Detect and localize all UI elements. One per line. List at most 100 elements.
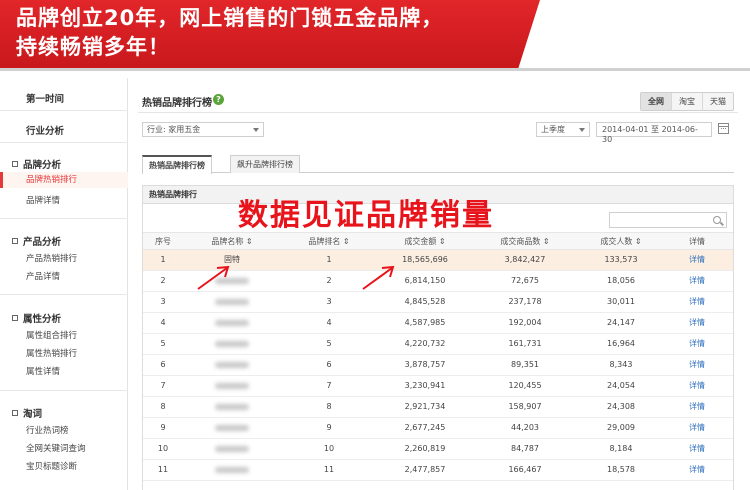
cell-detail[interactable]: 详情 bbox=[677, 250, 717, 270]
table-row[interactable]: 7 7 3,230,941 120,455 24,054 详情 bbox=[143, 376, 733, 397]
cell-goods: 120,455 bbox=[508, 381, 542, 390]
cell-detail[interactable]: 详情 bbox=[677, 418, 717, 438]
cell-idx: 5 bbox=[160, 339, 166, 348]
sidebar-group-label: 淘词 bbox=[23, 409, 43, 420]
blurred-brand-name bbox=[215, 424, 249, 431]
cell-brand bbox=[191, 376, 273, 396]
cell-amount: 3,878,757 bbox=[404, 360, 446, 369]
cell-amount: 3,230,941 bbox=[404, 381, 446, 390]
sidebar-item-title-diagnosis[interactable]: 宝贝标题诊断 bbox=[26, 460, 77, 472]
cell-buyers: 30,011 bbox=[607, 297, 635, 306]
column-header-amount[interactable]: 成交金额 ⇕ bbox=[369, 233, 481, 250]
column-header-detail: 详情 bbox=[689, 237, 705, 246]
cell-amount: 2,677,245 bbox=[404, 423, 446, 432]
cell-rank: 11 bbox=[323, 465, 335, 474]
cell-idx: 3 bbox=[160, 297, 166, 306]
cell-brand bbox=[191, 313, 273, 333]
sidebar-item-attribute-combo-rank[interactable]: 属性组合排行 bbox=[26, 329, 77, 341]
period-select[interactable]: 上季度 bbox=[536, 122, 590, 137]
cell-amount: 4,845,528 bbox=[404, 297, 446, 306]
blurred-brand-name bbox=[215, 340, 249, 347]
cell-buyers: 24,147 bbox=[607, 318, 635, 327]
sidebar-item-brand-detail[interactable]: 品牌详情 bbox=[26, 194, 60, 206]
cell-detail[interactable]: 详情 bbox=[677, 271, 717, 291]
sidebar-item-industry-analysis[interactable]: 行业分析 bbox=[26, 123, 64, 137]
column-header-goods[interactable]: 成交商品数 ⇕ bbox=[471, 233, 579, 250]
cell-rank: 3 bbox=[326, 297, 332, 306]
cell-detail[interactable]: 详情 bbox=[677, 334, 717, 354]
sidebar-item-product-detail[interactable]: 产品详情 bbox=[26, 270, 60, 282]
sidebar-group-keywords[interactable]: 淘词 bbox=[12, 406, 42, 420]
column-header-index: 序号 bbox=[155, 237, 171, 246]
cell-amount: 4,587,985 bbox=[404, 318, 446, 327]
cell-detail[interactable]: 详情 bbox=[677, 313, 717, 333]
cell-idx: 2 bbox=[160, 276, 166, 285]
sidebar-group-label: 属性分析 bbox=[23, 314, 62, 325]
channel-switch: 全网 淘宝 天猫 bbox=[640, 92, 734, 111]
help-icon[interactable]: ? bbox=[213, 94, 224, 105]
banner-headline-2: 持续畅销多年！ bbox=[16, 35, 170, 59]
cell-buyers: 16,964 bbox=[607, 339, 635, 348]
blurred-brand-name bbox=[215, 382, 249, 389]
sidebar-item-attribute-hot-rank[interactable]: 属性热销排行 bbox=[26, 347, 77, 359]
column-header-buyers[interactable]: 成交人数 ⇕ bbox=[567, 233, 675, 250]
cell-detail[interactable]: 详情 bbox=[677, 439, 717, 459]
calendar-icon[interactable] bbox=[718, 123, 729, 134]
cell-goods: 89,351 bbox=[511, 360, 539, 369]
cell-rank: 1 bbox=[326, 255, 332, 264]
cell-buyers: 24,308 bbox=[607, 402, 635, 411]
sidebar-item-product-hot-rank[interactable]: 产品热销排行 bbox=[26, 252, 77, 264]
sidebar-item-brand-hot-rank[interactable]: 品牌热销排行 bbox=[0, 172, 128, 188]
table-row[interactable]: 4 4 4,587,985 192,004 24,147 详情 bbox=[143, 313, 733, 334]
cell-rank: 5 bbox=[326, 339, 332, 348]
table-search-input[interactable] bbox=[609, 212, 727, 228]
cell-detail[interactable]: 详情 bbox=[677, 355, 717, 375]
title-divider bbox=[138, 112, 738, 113]
industry-select[interactable]: 行业: 家用五金 bbox=[142, 122, 264, 137]
table-row[interactable]: 11 11 2,477,857 166,467 18,578 详情 bbox=[143, 460, 733, 481]
sidebar-item-first-time[interactable]: 第一时间 bbox=[26, 91, 64, 105]
sidebar-group-brand[interactable]: 品牌分析 bbox=[12, 157, 61, 171]
table-row[interactable]: 9 9 2,677,245 44,203 29,009 详情 bbox=[143, 418, 733, 439]
sidebar-item-industry-hot-words[interactable]: 行业热词榜 bbox=[26, 424, 69, 436]
channel-all-button[interactable]: 全网 bbox=[641, 93, 671, 110]
sidebar-divider bbox=[0, 218, 128, 219]
cell-detail[interactable]: 详情 bbox=[677, 397, 717, 417]
cell-brand bbox=[191, 355, 273, 375]
cell-detail[interactable]: 详情 bbox=[677, 460, 717, 480]
arrow-brand-annotation bbox=[197, 265, 230, 290]
cell-goods: 3,842,427 bbox=[504, 255, 546, 264]
cell-rank: 8 bbox=[326, 402, 332, 411]
sidebar: 第一时间 行业分析 品牌分析 品牌热销排行 品牌详情 产品分析 产品热销排行 产… bbox=[0, 78, 128, 490]
cell-rank: 9 bbox=[326, 423, 332, 432]
cell-rank: 4 bbox=[326, 318, 332, 327]
channel-taobao-button[interactable]: 淘宝 bbox=[671, 93, 702, 110]
search-icon[interactable] bbox=[713, 216, 721, 224]
date-range-field[interactable]: 2014-04-01 至 2014-06-30 bbox=[596, 122, 712, 144]
channel-tmall-button[interactable]: 天猫 bbox=[702, 93, 733, 110]
cell-goods: 72,675 bbox=[511, 276, 539, 285]
blurred-brand-name bbox=[215, 403, 249, 410]
cell-buyers: 18,578 bbox=[607, 465, 635, 474]
sidebar-group-product[interactable]: 产品分析 bbox=[12, 234, 61, 248]
table-row[interactable]: 5 5 4,220,732 161,731 16,964 详情 bbox=[143, 334, 733, 355]
sidebar-item-keyword-query[interactable]: 全网关键词查询 bbox=[26, 442, 86, 454]
cell-brand bbox=[191, 439, 273, 459]
table-row[interactable]: 3 3 4,845,528 237,178 30,011 详情 bbox=[143, 292, 733, 313]
cell-brand bbox=[191, 460, 273, 480]
table-row[interactable]: 8 8 2,921,734 158,907 24,308 详情 bbox=[143, 397, 733, 418]
cell-detail[interactable]: 详情 bbox=[677, 292, 717, 312]
period-select-value: 上季度 bbox=[541, 125, 565, 134]
cell-amount: 4,220,732 bbox=[404, 339, 446, 348]
tab-hot-brand-rank[interactable]: 热销品牌排行榜 bbox=[142, 155, 212, 174]
table-row[interactable]: 10 10 2,260,819 84,787 8,184 详情 bbox=[143, 439, 733, 460]
blurred-brand-name bbox=[215, 466, 249, 473]
tab-rising-brand-rank[interactable]: 飙升品牌排行榜 bbox=[230, 155, 300, 173]
column-header-brand[interactable]: 品牌名称 ⇕ bbox=[191, 233, 273, 250]
column-header-rank[interactable]: 品牌排名 ⇕ bbox=[289, 233, 369, 250]
cell-detail[interactable]: 详情 bbox=[677, 376, 717, 396]
cell-goods: 161,731 bbox=[508, 339, 542, 348]
sidebar-item-attribute-detail[interactable]: 属性详情 bbox=[26, 365, 60, 377]
sidebar-group-attribute[interactable]: 属性分析 bbox=[12, 311, 61, 325]
table-row[interactable]: 6 6 3,878,757 89,351 8,343 详情 bbox=[143, 355, 733, 376]
